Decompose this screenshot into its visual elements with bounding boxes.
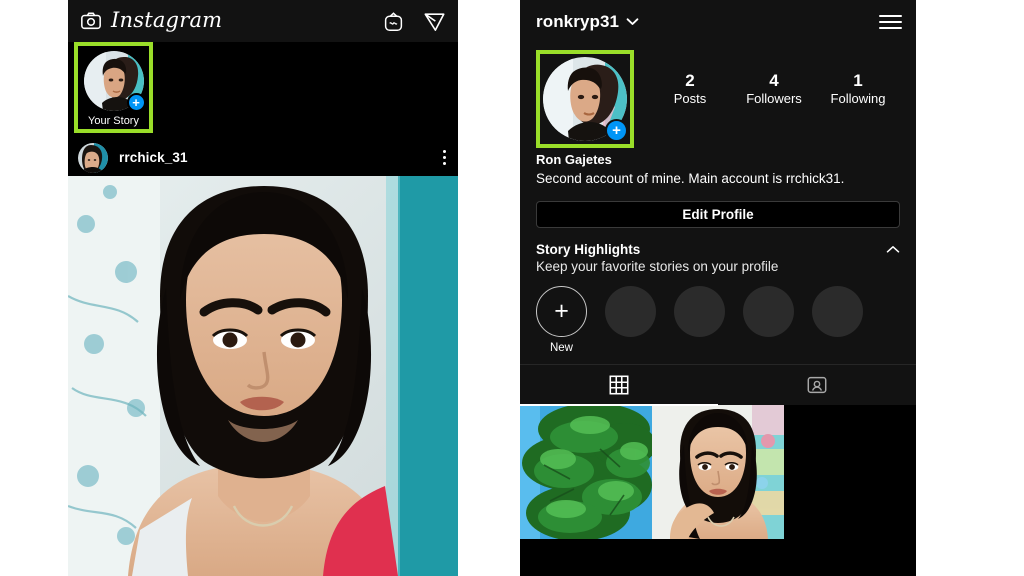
highlight-placeholder[interactable]	[743, 285, 794, 337]
chevron-down-icon[interactable]	[626, 17, 639, 26]
grid-icon	[608, 374, 630, 396]
instagram-profile-screen: ronkryp31 + 2 Posts 4 Followers 1 Follow…	[520, 0, 916, 576]
highlight-placeholder[interactable]	[674, 285, 725, 337]
post-thumbnail-tree[interactable]	[520, 404, 652, 539]
your-story-label: Your Story	[88, 115, 139, 127]
add-story-badge[interactable]: +	[126, 93, 146, 112]
profile-header-row: + 2 Posts 4 Followers 1 Following	[536, 43, 900, 148]
story-tray: + Your Story	[68, 42, 458, 139]
story-highlights-header: Story Highlights	[536, 242, 900, 257]
tree-photo	[520, 404, 652, 539]
direct-message-icon[interactable]	[423, 10, 446, 33]
feed-top-bar: Instagram	[68, 0, 458, 42]
add-story-badge[interactable]: +	[605, 119, 628, 142]
profile-avatar-wrap[interactable]: +	[543, 57, 628, 142]
tagged-person-icon	[806, 374, 828, 396]
stat-following[interactable]: 1 Following	[828, 70, 888, 108]
stat-followers[interactable]: 4 Followers	[744, 70, 804, 108]
camera-icon[interactable]	[80, 10, 102, 32]
highlight-placeholder-circle	[812, 285, 863, 337]
igtv-icon[interactable]	[383, 11, 404, 32]
chevron-up-icon[interactable]	[886, 245, 900, 254]
story-highlights-subtitle: Keep your favorite stories on your profi…	[536, 258, 779, 274]
post-grid-bottom-space	[520, 538, 916, 576]
stat-posts-label: Posts	[673, 91, 707, 107]
post-author-avatar[interactable]	[78, 142, 108, 173]
instagram-wordmark: Instagram	[111, 7, 223, 32]
stat-posts-value: 2	[685, 71, 695, 90]
profile-display-name: Ron Gajetes	[536, 152, 612, 167]
highlight-placeholder[interactable]	[812, 285, 863, 337]
stat-posts[interactable]: 2 Posts	[660, 70, 720, 108]
profile-body: + 2 Posts 4 Followers 1 Following Ron Ga…	[520, 43, 916, 364]
highlight-new[interactable]: + New	[536, 285, 587, 354]
more-options-icon[interactable]	[443, 150, 446, 165]
your-story-highlight-box[interactable]: + Your Story	[74, 42, 153, 133]
add-highlight-icon[interactable]: +	[536, 285, 587, 337]
profile-bio: Second account of mine. Main account is …	[536, 171, 845, 186]
profile-tab-bar	[520, 363, 916, 406]
stat-followers-label: Followers	[746, 91, 802, 107]
profile-avatar-highlight-box[interactable]: +	[536, 50, 634, 148]
highlight-placeholder-circle	[674, 285, 725, 337]
stat-followers-value: 4	[769, 71, 779, 90]
post-header: rrchick_31	[68, 139, 458, 176]
edit-profile-button[interactable]: Edit Profile	[536, 200, 900, 228]
stat-following-label: Following	[830, 91, 886, 107]
profile-top-bar: ronkryp31	[520, 0, 916, 43]
feed-topbar-actions	[383, 10, 446, 33]
hamburger-menu-icon[interactable]	[879, 14, 902, 29]
instagram-feed-screen: Instagram + Your Story rrchick_31	[68, 0, 458, 576]
story-highlights-title: Story Highlights	[536, 241, 641, 257]
highlight-placeholder-circle	[743, 285, 794, 337]
highlight-placeholder-circle	[605, 285, 656, 337]
story-highlights-row: + New	[536, 285, 900, 364]
tab-grid[interactable]	[520, 365, 718, 406]
your-story-avatar-wrap[interactable]: +	[83, 51, 146, 112]
post-grid-empty-area	[784, 404, 916, 539]
selfie-photo	[652, 404, 784, 539]
tab-tagged[interactable]	[718, 365, 916, 405]
profile-username[interactable]: ronkryp31	[536, 12, 619, 32]
post-grid	[520, 404, 916, 539]
profile-stats: 2 Posts 4 Followers 1 Following	[634, 50, 900, 108]
highlight-placeholder[interactable]	[605, 285, 656, 337]
post-author-username[interactable]: rrchick_31	[119, 150, 188, 165]
highlight-new-label: New	[549, 341, 573, 354]
post-thumbnail-selfie[interactable]	[652, 404, 784, 539]
stat-following-value: 1	[853, 71, 863, 90]
feed-brand: Instagram	[80, 7, 223, 32]
post-photo[interactable]	[68, 176, 458, 576]
